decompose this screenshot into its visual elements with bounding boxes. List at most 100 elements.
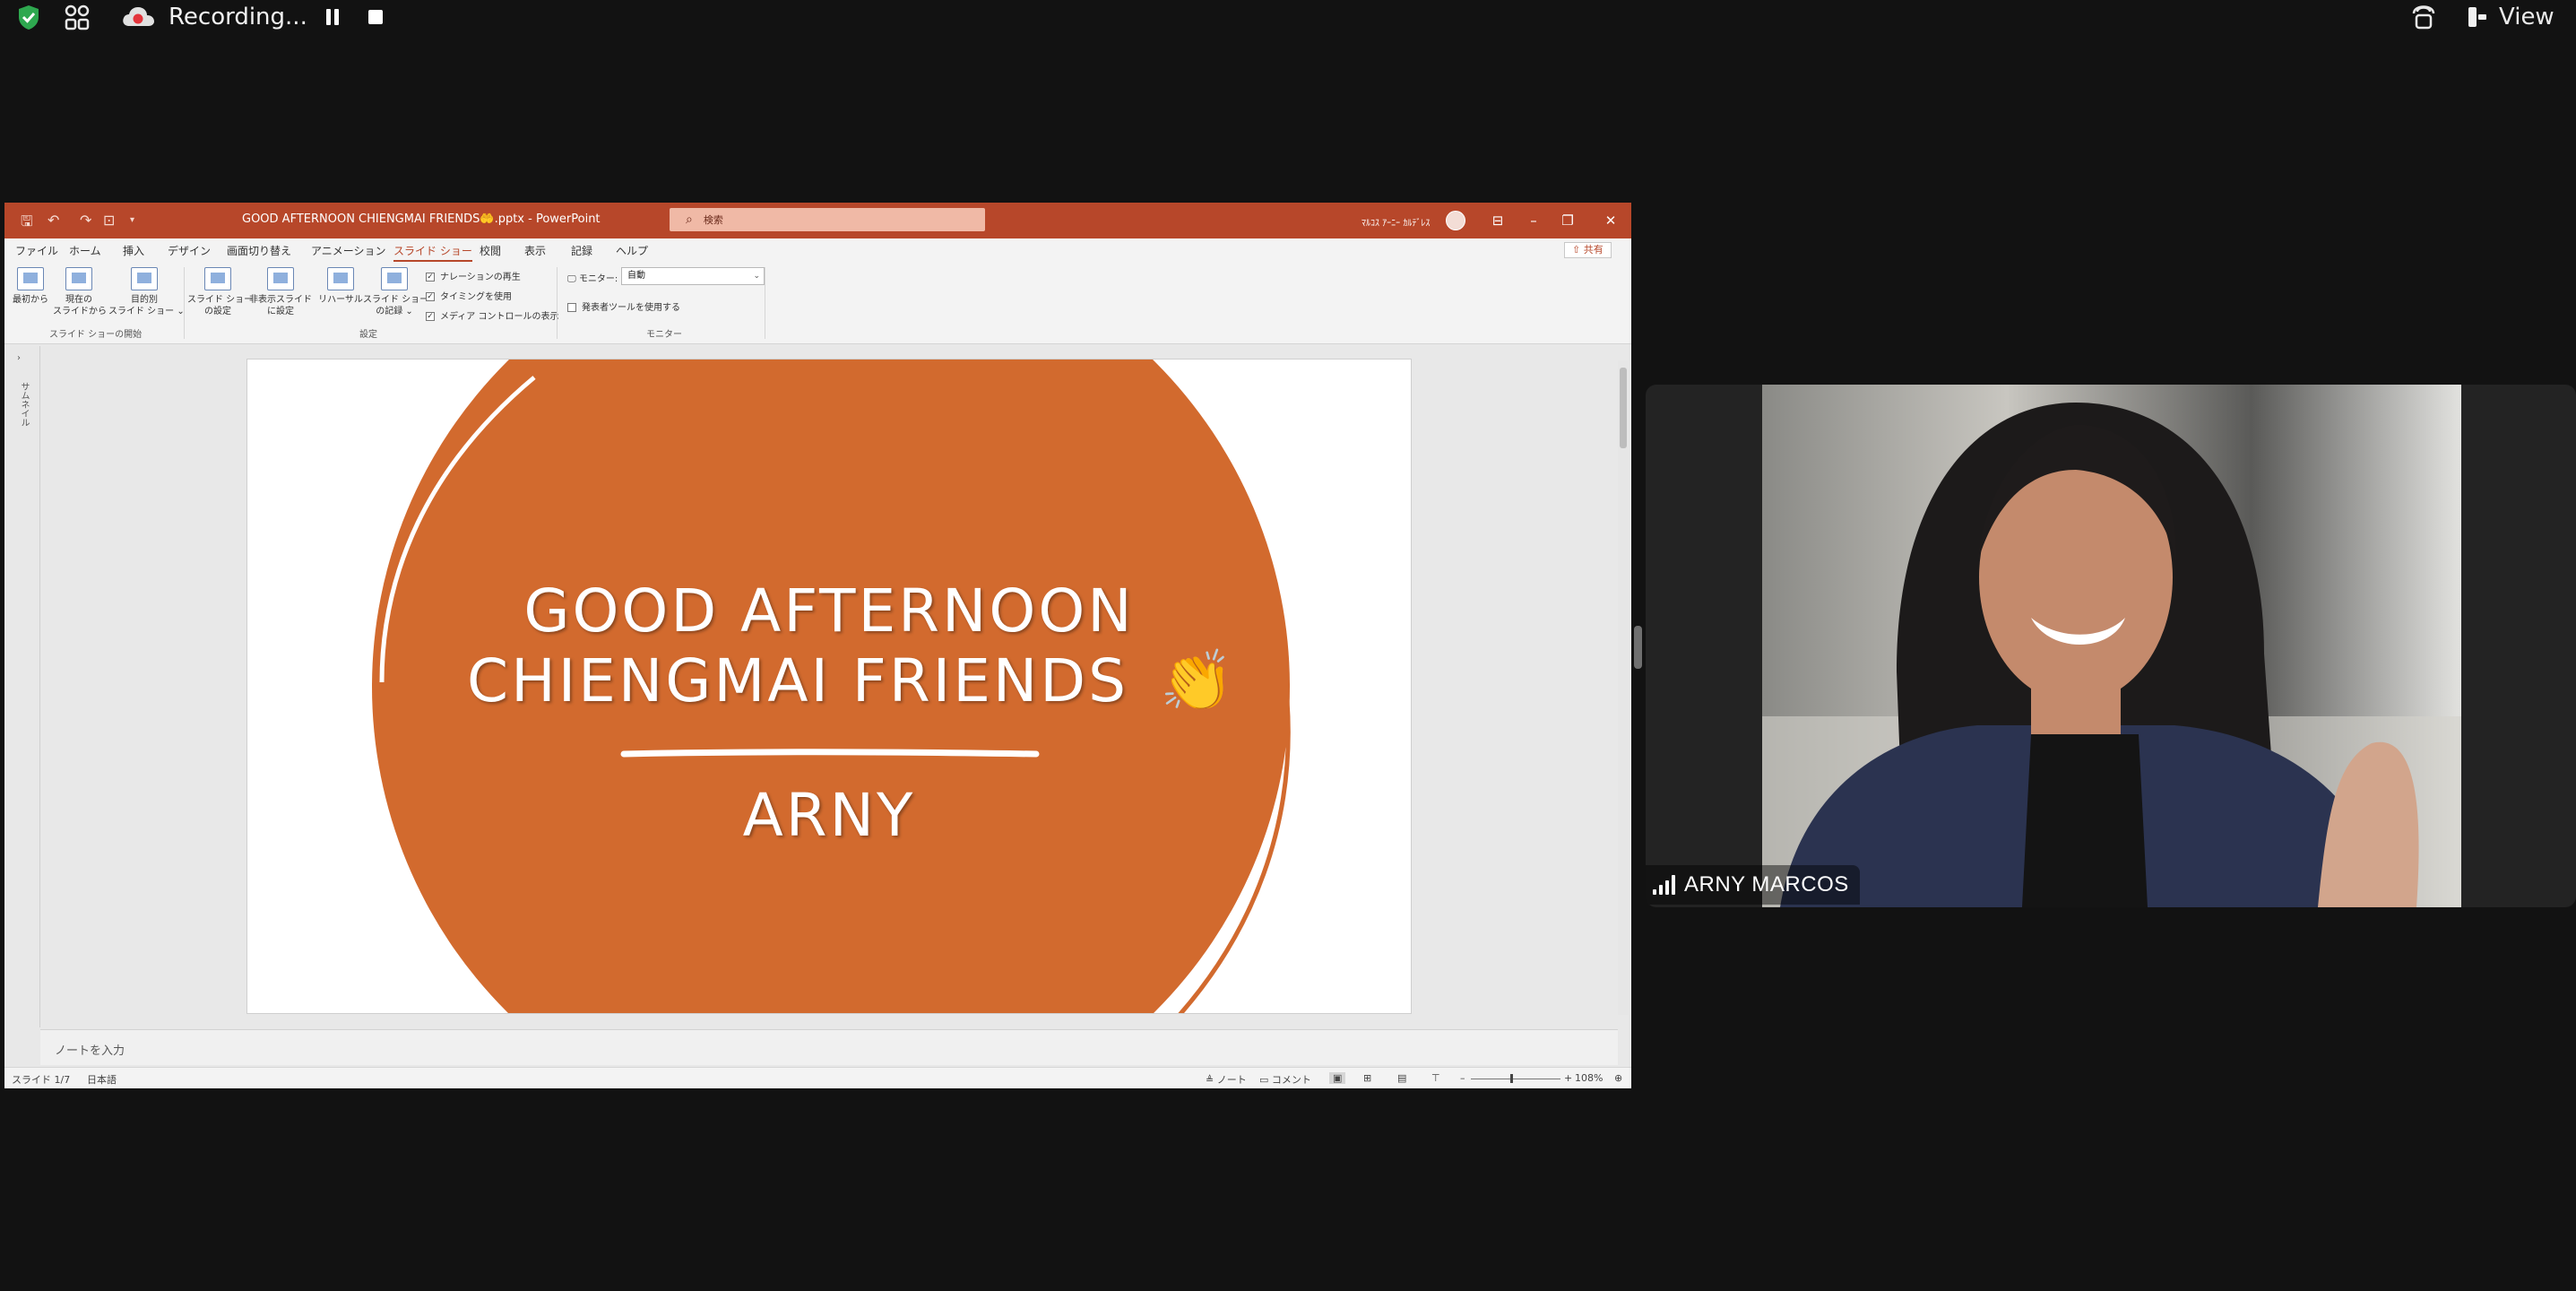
undo-icon[interactable]: ↶ xyxy=(48,212,59,229)
redo-icon[interactable]: ↷ xyxy=(80,212,91,229)
zoom-slider-knob[interactable] xyxy=(1510,1074,1513,1083)
split-view-divider-handle[interactable] xyxy=(1634,626,1642,669)
slide-canvas[interactable]: GOOD AFTERNOON CHIENGMAI FRIENDS 👏 ARNY xyxy=(246,359,1412,1014)
group-label-setup: 設定 xyxy=(359,330,377,340)
recording-label: Recording... xyxy=(169,4,307,30)
thumbnail-pane-collapsed[interactable]: › サムネイル xyxy=(4,346,40,1027)
record-show-button[interactable]: スライド ショー の記録 ⌄ xyxy=(363,267,428,317)
ribbon-separator xyxy=(557,267,558,339)
tab-insert[interactable]: 挿入 xyxy=(123,243,144,258)
hide-slide-label: 非表示スライド に設定 xyxy=(249,295,312,316)
connection-signal-icon xyxy=(1653,875,1675,895)
custom-show-icon xyxy=(131,267,158,290)
from-current-label: 現在の スライドから xyxy=(53,295,107,316)
normal-view-icon[interactable]: ▣ xyxy=(1329,1072,1346,1084)
notes-toggle-label: ノート xyxy=(1216,1074,1247,1086)
cloud-record-icon xyxy=(123,7,154,26)
share-label: 共有 xyxy=(1583,244,1604,256)
from-beginning-button[interactable]: 最初から xyxy=(10,267,51,306)
notes-pane[interactable]: ノートを入力 xyxy=(40,1029,1618,1065)
tab-transitions[interactable]: 画面切り替え xyxy=(227,243,291,258)
presenter-view-checkbox[interactable]: 発表者ツールを使用する xyxy=(567,299,680,313)
pause-recording-button[interactable] xyxy=(319,0,346,34)
tab-view[interactable]: 表示 xyxy=(524,243,546,258)
participant-name: ARNY MARCOS xyxy=(1684,872,1849,897)
monitor-select[interactable]: 自動 ⌄ xyxy=(621,267,765,285)
custom-show-button[interactable]: 目的別 スライド ショー ⌄ xyxy=(108,267,185,317)
fit-to-window-icon[interactable]: ⊕ xyxy=(1614,1072,1622,1084)
narration-checkbox[interactable]: ✓ ナレーションの再生 xyxy=(426,269,521,282)
divider-line xyxy=(620,749,1040,758)
rehearse-button[interactable]: リハーサル xyxy=(316,267,365,306)
security-shield-icon[interactable] xyxy=(16,0,52,34)
hide-slide-icon xyxy=(267,267,294,290)
participant-video-tile[interactable]: ARNY MARCOS xyxy=(1646,385,2576,907)
tab-home[interactable]: ホーム xyxy=(69,243,101,258)
restore-icon[interactable]: ❐ xyxy=(1555,208,1580,233)
tab-review[interactable]: 校閲 xyxy=(480,243,501,258)
monitor-value: 自動 xyxy=(627,271,645,281)
participant-video-feed xyxy=(1762,385,2461,907)
from-beginning-icon xyxy=(17,267,44,290)
ribbon-separator xyxy=(184,267,185,339)
view-button[interactable]: View xyxy=(2467,0,2565,34)
present-from-start-icon[interactable]: ⊡ xyxy=(103,212,115,229)
participant-name-label: ARNY MARCOS xyxy=(1646,865,1860,905)
expand-chevron-icon[interactable]: › xyxy=(17,353,21,363)
media-controls-checkbox[interactable]: ✓ メディア コントロールの表示 xyxy=(426,308,558,322)
zoom-level[interactable]: 108% xyxy=(1575,1072,1603,1084)
from-current-button[interactable]: 現在の スライドから xyxy=(53,267,107,317)
minimize-icon[interactable]: – xyxy=(1521,208,1546,233)
slide-sorter-icon[interactable]: ⊞ xyxy=(1363,1072,1371,1084)
zoom-out-icon[interactable]: – xyxy=(1460,1072,1465,1084)
document-title: GOOD AFTERNOON CHIENGMAI FRIENDS🤲.pptx -… xyxy=(242,212,601,226)
chevron-down-icon: ⌄ xyxy=(753,272,760,281)
share-button[interactable]: ⇧ 共有 xyxy=(1564,242,1612,258)
tab-design[interactable]: デザイン xyxy=(168,243,211,258)
ribbon-display-options-icon[interactable]: ⊟ xyxy=(1485,208,1510,233)
gallery-grid-icon[interactable] xyxy=(63,0,102,34)
customize-toolbar-icon[interactable]: ▾ xyxy=(130,215,134,225)
monitor-label-text: モニター: xyxy=(578,274,618,284)
ribbon-tabs: ファイル ホーム 挿入 デザイン 画面切り替え アニメーション スライド ショー… xyxy=(4,238,1631,263)
view-layout-icon xyxy=(2468,7,2486,27)
timing-checkbox[interactable]: ✓ タイミングを使用 xyxy=(426,289,512,302)
tab-slide-show[interactable]: スライド ショー xyxy=(393,243,472,263)
presenter-view-label: 発表者ツールを使用する xyxy=(582,303,680,313)
reading-view-icon[interactable]: ▤ xyxy=(1397,1072,1406,1084)
language-indicator[interactable]: 日本語 xyxy=(87,1072,117,1087)
immersive-view-icon[interactable] xyxy=(2406,0,2442,34)
from-current-icon xyxy=(65,267,92,290)
notes-toggle-button[interactable]: ≜ ノート xyxy=(1206,1072,1247,1087)
view-label: View xyxy=(2499,4,2554,30)
timing-label: タイミングを使用 xyxy=(440,292,512,302)
close-icon[interactable]: ✕ xyxy=(1598,208,1623,233)
search-icon: ⌕ xyxy=(686,212,693,227)
from-beginning-label: 最初から xyxy=(13,295,48,305)
tab-animations[interactable]: アニメーション xyxy=(311,243,386,258)
setup-show-button[interactable]: スライド ショー の設定 xyxy=(187,267,253,317)
narration-label: ナレーションの再生 xyxy=(440,273,521,282)
tab-file[interactable]: ファイル xyxy=(15,243,58,258)
hide-slide-button[interactable]: 非表示スライド に設定 xyxy=(248,267,313,317)
slide-title-line-2: CHIENGMAI FRIENDS xyxy=(466,646,1128,715)
tab-help[interactable]: ヘルプ xyxy=(616,243,648,258)
zoom-in-icon[interactable]: + xyxy=(1564,1072,1572,1084)
signed-in-user-name[interactable]: ﾏﾙｺｽ ｱｰﾆｰ ｶﾙﾃﾞﾚｽ xyxy=(1361,215,1430,229)
tab-record[interactable]: 記録 xyxy=(571,243,592,258)
user-avatar[interactable] xyxy=(1446,211,1465,230)
ribbon-slide-show: 最初から 現在の スライドから 目的別 スライド ショー ⌄ スライド ショー … xyxy=(4,262,1631,344)
scrollbar-thumb[interactable] xyxy=(1620,368,1627,448)
save-icon[interactable]: 🖫 xyxy=(21,212,33,236)
thumbnail-label: サムネイル xyxy=(19,382,29,427)
vertical-scrollbar[interactable] xyxy=(1618,360,1629,1015)
comments-label: コメント xyxy=(1271,1074,1311,1086)
stop-recording-button[interactable] xyxy=(362,0,389,34)
comments-button[interactable]: ▭ コメント xyxy=(1259,1072,1311,1087)
setup-show-icon xyxy=(204,267,231,290)
ppt-search-box[interactable]: ⌕ 検索 xyxy=(670,208,985,231)
recording-indicator[interactable]: Recording... xyxy=(120,0,389,34)
rehearse-label: リハーサル xyxy=(318,295,363,305)
slideshow-view-icon[interactable]: ⊤ xyxy=(1431,1072,1440,1084)
ppt-title-bar: 🖫 ↶ ↷ ⊡ ▾ GOOD AFTERNOON CHIENGMAI FRIEN… xyxy=(4,203,1631,238)
